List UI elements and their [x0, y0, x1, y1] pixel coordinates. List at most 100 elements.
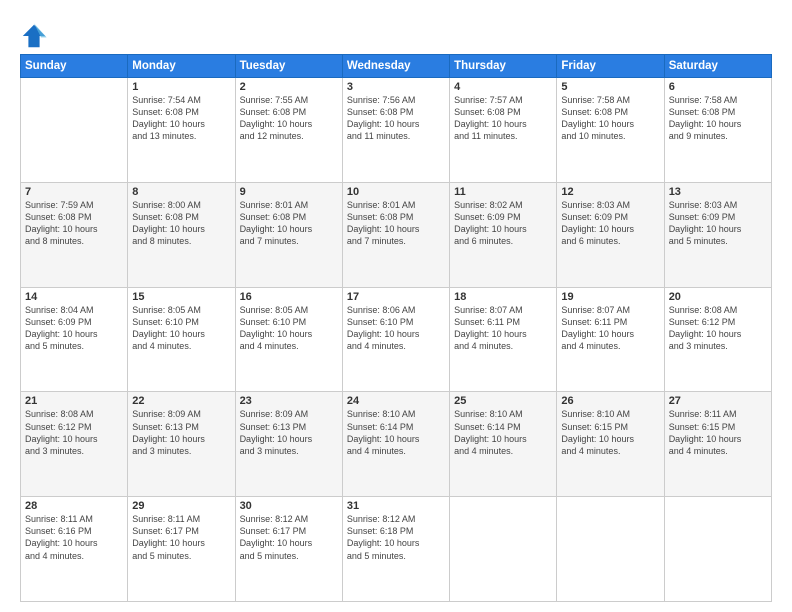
- calendar-cell: 25Sunrise: 8:10 AM Sunset: 6:14 PM Dayli…: [450, 392, 557, 497]
- calendar-week-1: 7Sunrise: 7:59 AM Sunset: 6:08 PM Daylig…: [21, 182, 772, 287]
- calendar-header: SundayMondayTuesdayWednesdayThursdayFrid…: [21, 55, 772, 78]
- day-number: 11: [454, 186, 552, 198]
- day-info: Sunrise: 8:08 AM Sunset: 6:12 PM Dayligh…: [25, 408, 123, 457]
- day-info: Sunrise: 8:10 AM Sunset: 6:14 PM Dayligh…: [454, 408, 552, 457]
- weekday-header-saturday: Saturday: [664, 55, 771, 78]
- calendar-cell: 11Sunrise: 8:02 AM Sunset: 6:09 PM Dayli…: [450, 182, 557, 287]
- calendar-cell: 31Sunrise: 8:12 AM Sunset: 6:18 PM Dayli…: [342, 497, 449, 602]
- calendar-cell: 28Sunrise: 8:11 AM Sunset: 6:16 PM Dayli…: [21, 497, 128, 602]
- day-number: 19: [561, 291, 659, 303]
- day-info: Sunrise: 8:11 AM Sunset: 6:17 PM Dayligh…: [132, 513, 230, 562]
- weekday-header-tuesday: Tuesday: [235, 55, 342, 78]
- calendar-cell: 19Sunrise: 8:07 AM Sunset: 6:11 PM Dayli…: [557, 287, 664, 392]
- calendar-week-2: 14Sunrise: 8:04 AM Sunset: 6:09 PM Dayli…: [21, 287, 772, 392]
- day-info: Sunrise: 8:12 AM Sunset: 6:17 PM Dayligh…: [240, 513, 338, 562]
- day-info: Sunrise: 8:11 AM Sunset: 6:15 PM Dayligh…: [669, 408, 767, 457]
- day-number: 26: [561, 395, 659, 407]
- day-number: 31: [347, 500, 445, 512]
- day-info: Sunrise: 8:09 AM Sunset: 6:13 PM Dayligh…: [132, 408, 230, 457]
- day-info: Sunrise: 8:05 AM Sunset: 6:10 PM Dayligh…: [132, 304, 230, 353]
- day-info: Sunrise: 8:03 AM Sunset: 6:09 PM Dayligh…: [669, 199, 767, 248]
- calendar-table: SundayMondayTuesdayWednesdayThursdayFrid…: [20, 54, 772, 602]
- calendar-cell: 20Sunrise: 8:08 AM Sunset: 6:12 PM Dayli…: [664, 287, 771, 392]
- day-info: Sunrise: 8:10 AM Sunset: 6:14 PM Dayligh…: [347, 408, 445, 457]
- day-number: 10: [347, 186, 445, 198]
- calendar-cell: 12Sunrise: 8:03 AM Sunset: 6:09 PM Dayli…: [557, 182, 664, 287]
- day-number: 17: [347, 291, 445, 303]
- weekday-header-monday: Monday: [128, 55, 235, 78]
- day-number: 8: [132, 186, 230, 198]
- calendar-cell: 26Sunrise: 8:10 AM Sunset: 6:15 PM Dayli…: [557, 392, 664, 497]
- day-info: Sunrise: 8:01 AM Sunset: 6:08 PM Dayligh…: [240, 199, 338, 248]
- weekday-header-thursday: Thursday: [450, 55, 557, 78]
- day-number: 15: [132, 291, 230, 303]
- day-number: 2: [240, 81, 338, 93]
- calendar-cell: 15Sunrise: 8:05 AM Sunset: 6:10 PM Dayli…: [128, 287, 235, 392]
- calendar-cell: [557, 497, 664, 602]
- calendar-cell: 8Sunrise: 8:00 AM Sunset: 6:08 PM Daylig…: [128, 182, 235, 287]
- calendar-cell: 9Sunrise: 8:01 AM Sunset: 6:08 PM Daylig…: [235, 182, 342, 287]
- day-info: Sunrise: 8:04 AM Sunset: 6:09 PM Dayligh…: [25, 304, 123, 353]
- logo-icon: [20, 22, 48, 50]
- day-info: Sunrise: 8:11 AM Sunset: 6:16 PM Dayligh…: [25, 513, 123, 562]
- day-info: Sunrise: 8:07 AM Sunset: 6:11 PM Dayligh…: [454, 304, 552, 353]
- day-number: 22: [132, 395, 230, 407]
- day-info: Sunrise: 8:01 AM Sunset: 6:08 PM Dayligh…: [347, 199, 445, 248]
- day-info: Sunrise: 7:55 AM Sunset: 6:08 PM Dayligh…: [240, 94, 338, 143]
- day-number: 1: [132, 81, 230, 93]
- day-info: Sunrise: 7:59 AM Sunset: 6:08 PM Dayligh…: [25, 199, 123, 248]
- day-info: Sunrise: 7:58 AM Sunset: 6:08 PM Dayligh…: [561, 94, 659, 143]
- calendar-cell: [664, 497, 771, 602]
- day-number: 4: [454, 81, 552, 93]
- calendar-cell: 30Sunrise: 8:12 AM Sunset: 6:17 PM Dayli…: [235, 497, 342, 602]
- day-info: Sunrise: 7:57 AM Sunset: 6:08 PM Dayligh…: [454, 94, 552, 143]
- day-info: Sunrise: 7:56 AM Sunset: 6:08 PM Dayligh…: [347, 94, 445, 143]
- calendar-cell: 13Sunrise: 8:03 AM Sunset: 6:09 PM Dayli…: [664, 182, 771, 287]
- day-number: 3: [347, 81, 445, 93]
- calendar-cell: 24Sunrise: 8:10 AM Sunset: 6:14 PM Dayli…: [342, 392, 449, 497]
- day-number: 28: [25, 500, 123, 512]
- calendar-cell: 10Sunrise: 8:01 AM Sunset: 6:08 PM Dayli…: [342, 182, 449, 287]
- day-number: 16: [240, 291, 338, 303]
- weekday-header-sunday: Sunday: [21, 55, 128, 78]
- calendar-cell: 21Sunrise: 8:08 AM Sunset: 6:12 PM Dayli…: [21, 392, 128, 497]
- calendar-week-3: 21Sunrise: 8:08 AM Sunset: 6:12 PM Dayli…: [21, 392, 772, 497]
- day-number: 9: [240, 186, 338, 198]
- weekday-header-friday: Friday: [557, 55, 664, 78]
- weekday-header-row: SundayMondayTuesdayWednesdayThursdayFrid…: [21, 55, 772, 78]
- day-info: Sunrise: 8:07 AM Sunset: 6:11 PM Dayligh…: [561, 304, 659, 353]
- calendar-cell: 6Sunrise: 7:58 AM Sunset: 6:08 PM Daylig…: [664, 78, 771, 183]
- day-number: 27: [669, 395, 767, 407]
- calendar-cell: 17Sunrise: 8:06 AM Sunset: 6:10 PM Dayli…: [342, 287, 449, 392]
- calendar-cell: 18Sunrise: 8:07 AM Sunset: 6:11 PM Dayli…: [450, 287, 557, 392]
- day-info: Sunrise: 7:54 AM Sunset: 6:08 PM Dayligh…: [132, 94, 230, 143]
- day-info: Sunrise: 8:00 AM Sunset: 6:08 PM Dayligh…: [132, 199, 230, 248]
- calendar-cell: 14Sunrise: 8:04 AM Sunset: 6:09 PM Dayli…: [21, 287, 128, 392]
- day-info: Sunrise: 8:08 AM Sunset: 6:12 PM Dayligh…: [669, 304, 767, 353]
- calendar-cell: 3Sunrise: 7:56 AM Sunset: 6:08 PM Daylig…: [342, 78, 449, 183]
- day-number: 23: [240, 395, 338, 407]
- calendar-cell: 23Sunrise: 8:09 AM Sunset: 6:13 PM Dayli…: [235, 392, 342, 497]
- day-info: Sunrise: 8:05 AM Sunset: 6:10 PM Dayligh…: [240, 304, 338, 353]
- day-number: 13: [669, 186, 767, 198]
- calendar-body: 1Sunrise: 7:54 AM Sunset: 6:08 PM Daylig…: [21, 78, 772, 602]
- calendar-cell: 7Sunrise: 7:59 AM Sunset: 6:08 PM Daylig…: [21, 182, 128, 287]
- page: SundayMondayTuesdayWednesdayThursdayFrid…: [0, 0, 792, 612]
- day-number: 20: [669, 291, 767, 303]
- day-info: Sunrise: 8:10 AM Sunset: 6:15 PM Dayligh…: [561, 408, 659, 457]
- day-number: 18: [454, 291, 552, 303]
- day-number: 7: [25, 186, 123, 198]
- day-info: Sunrise: 8:03 AM Sunset: 6:09 PM Dayligh…: [561, 199, 659, 248]
- day-number: 21: [25, 395, 123, 407]
- day-number: 24: [347, 395, 445, 407]
- day-number: 5: [561, 81, 659, 93]
- logo: [20, 22, 50, 50]
- day-number: 12: [561, 186, 659, 198]
- calendar-cell: 1Sunrise: 7:54 AM Sunset: 6:08 PM Daylig…: [128, 78, 235, 183]
- calendar-cell: 5Sunrise: 7:58 AM Sunset: 6:08 PM Daylig…: [557, 78, 664, 183]
- day-info: Sunrise: 7:58 AM Sunset: 6:08 PM Dayligh…: [669, 94, 767, 143]
- calendar-week-4: 28Sunrise: 8:11 AM Sunset: 6:16 PM Dayli…: [21, 497, 772, 602]
- day-info: Sunrise: 8:02 AM Sunset: 6:09 PM Dayligh…: [454, 199, 552, 248]
- day-info: Sunrise: 8:06 AM Sunset: 6:10 PM Dayligh…: [347, 304, 445, 353]
- calendar-cell: 16Sunrise: 8:05 AM Sunset: 6:10 PM Dayli…: [235, 287, 342, 392]
